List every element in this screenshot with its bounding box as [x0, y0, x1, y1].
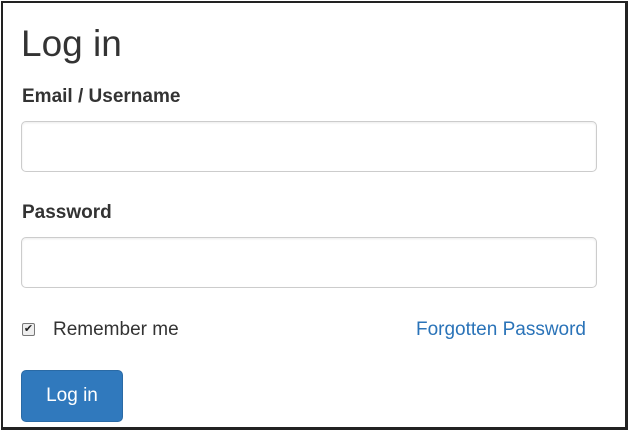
forgotten-password-link[interactable]: Forgotten Password	[416, 320, 586, 339]
login-button[interactable]: Log in	[21, 370, 123, 422]
email-label: Email / Username	[22, 86, 181, 107]
password-label: Password	[22, 202, 112, 223]
remember-me-row[interactable]: ✔ Remember me	[22, 316, 179, 342]
remember-me-checkbox[interactable]: ✔	[22, 322, 35, 336]
login-panel: Log in Email / Username Password ✔ Remem…	[1, 1, 628, 430]
email-field[interactable]	[21, 121, 597, 172]
page-title: Log in	[21, 23, 122, 64]
password-field[interactable]	[21, 237, 597, 288]
checkmark-icon: ✔	[23, 322, 34, 335]
remember-me-label: Remember me	[53, 318, 179, 340]
